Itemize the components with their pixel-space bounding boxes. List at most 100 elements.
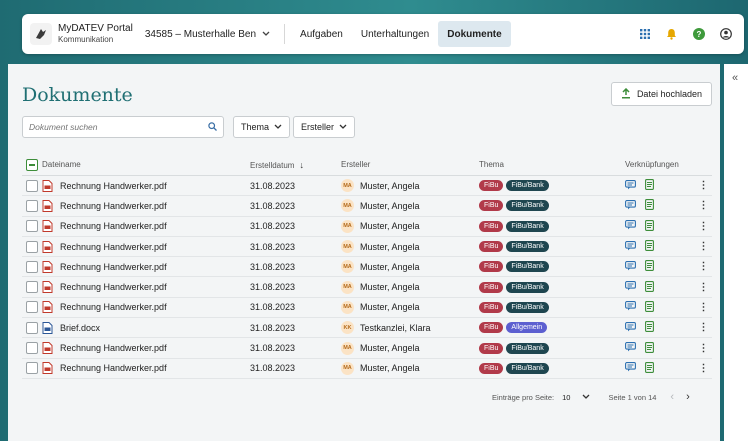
task-link-icon[interactable] (645, 199, 654, 212)
file-name-link[interactable]: Brief.docx (60, 323, 100, 333)
client-name: 34585 – Musterhalle Ben (144, 28, 257, 40)
more-options-icon[interactable]: ⋮ (695, 221, 712, 232)
row-checkbox[interactable] (26, 240, 38, 253)
row-checkbox[interactable] (26, 321, 38, 334)
file-name-link[interactable]: Rechnung Handwerker.pdf (60, 343, 167, 353)
row-checkbox[interactable] (26, 220, 38, 233)
datev-logo-icon (30, 23, 52, 45)
next-page-icon[interactable]: › (686, 391, 690, 403)
task-link-icon[interactable] (645, 280, 654, 294)
task-link-icon[interactable] (645, 300, 654, 314)
table-row[interactable]: Rechnung Handwerker.pdf 31.08.2023 MA Muste… (22, 176, 712, 197)
conversation-link-icon[interactable] (625, 199, 636, 212)
pdf-file-icon (42, 179, 53, 192)
table-row[interactable]: Rechnung Handwerker.pdf 31.08.2023 MA Muste… (22, 196, 712, 217)
thema-tag: Allgemein (506, 322, 548, 334)
table-row[interactable]: Rechnung Handwerker.pdf 31.08.2023 MA Muste… (22, 338, 712, 359)
row-checkbox[interactable] (26, 199, 38, 212)
more-options-icon[interactable]: ⋮ (695, 343, 712, 354)
file-name-link[interactable]: Rechnung Handwerker.pdf (60, 242, 167, 252)
thema-filter-dropdown[interactable]: Thema (233, 116, 291, 138)
row-checkbox[interactable] (26, 362, 38, 375)
divider (284, 24, 286, 44)
file-name-link[interactable]: Rechnung Handwerker.pdf (60, 363, 167, 373)
conversation-link-icon[interactable] (625, 179, 636, 192)
table-row[interactable]: Rechnung Handwerker.pdf 31.08.2023 MA Muste… (22, 359, 712, 379)
creator-name: Muster, Angela (360, 261, 420, 272)
file-name-link[interactable]: Rechnung Handwerker.pdf (60, 302, 167, 312)
per-page-value: 10 (562, 392, 571, 402)
avatar: MA (341, 179, 354, 193)
avatar: MA (341, 300, 354, 314)
more-options-icon[interactable]: ⋮ (695, 180, 712, 191)
file-name-link[interactable]: Rechnung Handwerker.pdf (60, 282, 167, 292)
column-header-name[interactable]: Dateiname (42, 160, 250, 169)
main-content: Dokumente Datei hochladen Thema Erstelle… (8, 64, 720, 441)
user-icon[interactable] (719, 28, 732, 41)
table-row[interactable]: Brief.docx 31.08.2023 KK Testkanzlei, Klara… (22, 318, 712, 339)
ersteller-filter-dropdown[interactable]: Ersteller (293, 116, 356, 138)
more-options-icon[interactable]: ⋮ (695, 302, 712, 313)
row-checkbox[interactable] (26, 260, 38, 273)
brand[interactable]: MyDATEV Portal Kommunikation (58, 23, 133, 45)
more-options-icon[interactable]: ⋮ (695, 322, 712, 333)
column-header-date[interactable]: Erstelldatum ↓ (250, 160, 341, 170)
search-field[interactable] (22, 116, 224, 138)
conversation-link-icon[interactable] (625, 342, 636, 354)
table-row[interactable]: Rechnung Handwerker.pdf 31.08.2023 MA Muste… (22, 298, 712, 319)
conversation-link-icon[interactable] (625, 220, 636, 232)
task-link-icon[interactable] (645, 341, 654, 355)
task-link-icon[interactable] (645, 321, 654, 334)
nav-tab-unterhaltungen[interactable]: Unterhaltungen (352, 21, 438, 47)
thema-filter-label: Thema (241, 122, 270, 132)
row-checkbox[interactable] (26, 342, 38, 355)
row-checkbox[interactable] (26, 301, 38, 314)
more-options-icon[interactable]: ⋮ (695, 282, 712, 293)
table-row[interactable]: Rechnung Handwerker.pdf 31.08.2023 MA Muste… (22, 257, 712, 278)
search-icon[interactable] (208, 121, 217, 133)
conversation-link-icon[interactable] (625, 301, 636, 313)
row-checkbox[interactable] (26, 281, 38, 294)
row-checkbox[interactable] (26, 179, 38, 192)
table-row[interactable]: Rechnung Handwerker.pdf 31.08.2023 MA Muste… (22, 277, 712, 298)
bell-icon[interactable] (665, 28, 678, 41)
nav-tab-aufgaben[interactable]: Aufgaben (291, 21, 352, 47)
side-panel: « (724, 64, 748, 441)
file-name-link[interactable]: Rechnung Handwerker.pdf (60, 221, 167, 231)
conversation-link-icon[interactable] (625, 240, 636, 253)
previous-page-icon[interactable]: ‹ (670, 391, 674, 403)
task-link-icon[interactable] (645, 179, 654, 192)
table-row[interactable]: Rechnung Handwerker.pdf 31.08.2023 MA Muste… (22, 217, 712, 237)
conversation-link-icon[interactable] (625, 321, 636, 334)
pagination: Einträge pro Seite: 10 Seite 1 von 14 ‹ … (22, 389, 712, 405)
column-header-links: Verknüpfungen (625, 160, 679, 169)
file-name-link[interactable]: Rechnung Handwerker.pdf (60, 201, 167, 211)
more-options-icon[interactable]: ⋮ (695, 200, 712, 211)
task-link-icon[interactable] (645, 361, 654, 375)
task-link-icon[interactable] (645, 240, 654, 253)
upload-button[interactable]: Datei hochladen (610, 82, 712, 106)
conversation-link-icon[interactable] (625, 281, 636, 293)
table-row[interactable]: Rechnung Handwerker.pdf 31.08.2023 MA Muste… (22, 237, 712, 258)
apps-grid-icon[interactable] (638, 28, 651, 41)
column-header-creator[interactable]: Ersteller (341, 160, 479, 169)
search-input[interactable] (29, 122, 208, 132)
task-link-icon[interactable] (645, 260, 654, 273)
more-options-icon[interactable]: ⋮ (695, 363, 712, 374)
conversation-link-icon[interactable] (625, 260, 636, 273)
file-name-link[interactable]: Rechnung Handwerker.pdf (60, 181, 167, 191)
client-selector[interactable]: 34585 – Musterhalle Ben (145, 29, 270, 40)
select-all-checkbox[interactable] (26, 158, 38, 171)
file-name-link[interactable]: Rechnung Handwerker.pdf (60, 262, 167, 272)
chevron-down-icon (262, 29, 270, 39)
conversation-link-icon[interactable] (625, 362, 636, 374)
collapse-panel-icon[interactable]: « (732, 72, 738, 84)
task-link-icon[interactable] (645, 219, 654, 233)
nav-tab-dokumente[interactable]: Dokumente (438, 21, 511, 47)
per-page-select[interactable]: 10 (562, 393, 590, 402)
more-options-icon[interactable]: ⋮ (695, 261, 712, 272)
column-header-thema[interactable]: Thema (479, 160, 625, 169)
more-options-icon[interactable]: ⋮ (695, 241, 712, 252)
help-icon[interactable]: ? (692, 28, 705, 41)
thema-tag: FiBu (479, 220, 504, 232)
